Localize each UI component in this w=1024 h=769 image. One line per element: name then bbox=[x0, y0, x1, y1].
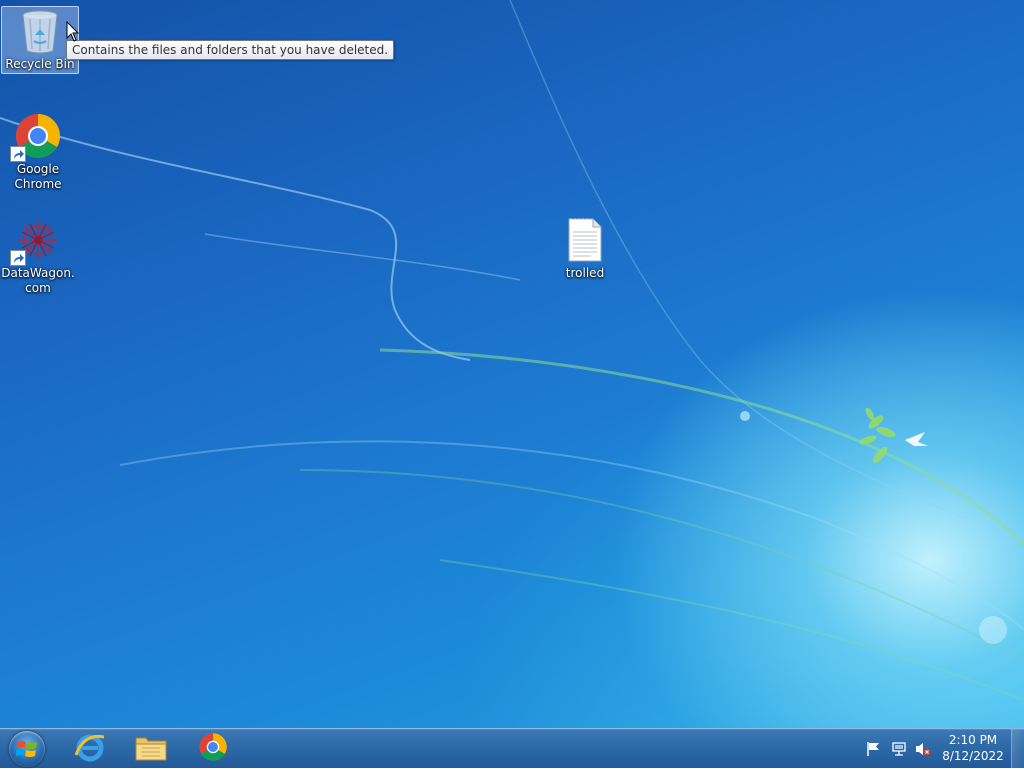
recycle-bin-tooltip: Contains the files and folders that you … bbox=[66, 40, 395, 60]
shortcut-arrow-icon bbox=[10, 250, 26, 266]
taskbar: 2:10 PM 8/12/2022 bbox=[0, 728, 1024, 769]
windows-logo-icon bbox=[9, 731, 45, 767]
clock-date: 8/12/2022 bbox=[942, 749, 1004, 763]
action-center-flag-icon[interactable] bbox=[866, 741, 882, 757]
volume-muted-icon[interactable] bbox=[915, 741, 931, 757]
wallpaper-decoration bbox=[0, 0, 1024, 701]
text-file-icon bbox=[561, 216, 609, 264]
datawagon-icon bbox=[10, 216, 62, 266]
mouse-cursor-icon bbox=[66, 20, 80, 47]
desktop-icon-label: DataWagon.com bbox=[1, 266, 75, 295]
internet-explorer-icon bbox=[74, 731, 106, 767]
file-explorer-icon bbox=[134, 732, 168, 766]
chrome-icon bbox=[198, 732, 228, 766]
clock-time: 2:10 PM bbox=[948, 733, 998, 747]
start-button[interactable] bbox=[0, 729, 54, 769]
network-icon[interactable] bbox=[891, 741, 907, 757]
desktop-icon-google-chrome[interactable]: Google Chrome bbox=[0, 112, 76, 192]
desktop-icon-label: Google Chrome bbox=[14, 162, 62, 191]
desktop-icon-trolled[interactable]: trolled bbox=[547, 216, 623, 281]
taskbar-internet-explorer[interactable] bbox=[62, 730, 118, 768]
taskbar-file-explorer[interactable] bbox=[123, 730, 179, 768]
show-desktop-button[interactable] bbox=[1011, 729, 1024, 769]
taskbar-clock[interactable]: 2:10 PM 8/12/2022 bbox=[937, 732, 1009, 764]
taskbar-chrome[interactable] bbox=[185, 730, 241, 768]
chrome-icon bbox=[10, 112, 62, 162]
recycle-bin-icon bbox=[16, 7, 64, 55]
desktop-icon-label: trolled bbox=[565, 266, 605, 280]
shortcut-arrow-icon bbox=[10, 146, 26, 162]
desktop[interactable]: Recycle Bin Google Chrome DataWagon.com … bbox=[0, 0, 1024, 728]
desktop-icon-datawagon[interactable]: DataWagon.com bbox=[0, 216, 76, 296]
